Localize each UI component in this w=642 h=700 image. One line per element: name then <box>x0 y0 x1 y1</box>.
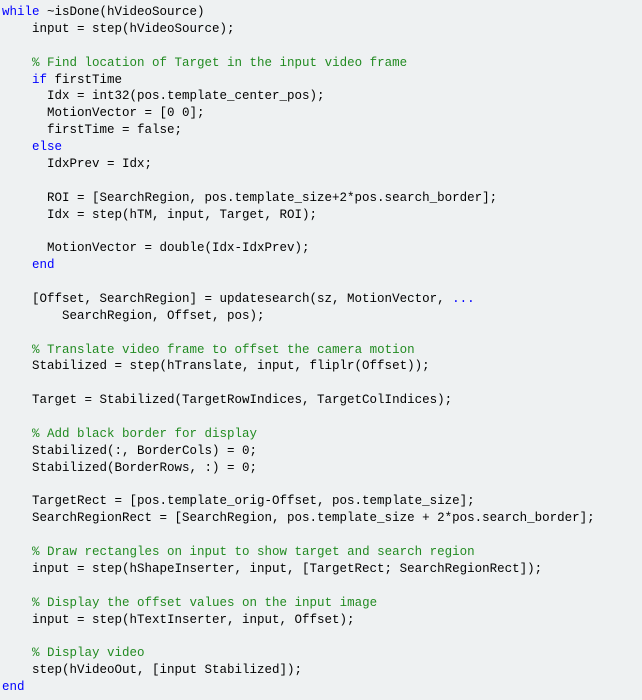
code-token: Target = Stabilized(TargetRowIndices, Ta… <box>2 393 452 407</box>
code-token: input = step(hVideoSource); <box>2 22 235 36</box>
code-line: Target = Stabilized(TargetRowIndices, Ta… <box>2 392 640 409</box>
code-line: % Draw rectangles on input to show targe… <box>2 544 640 561</box>
keyword-token: if <box>32 73 47 87</box>
code-line: Stabilized(BorderRows, :) = 0; <box>2 460 640 477</box>
code-token: firstTime <box>47 73 122 87</box>
code-line: % Display the offset values on the input… <box>2 595 640 612</box>
code-line: SearchRegion, Offset, pos); <box>2 308 640 325</box>
code-token: firstTime = false; <box>2 123 182 137</box>
code-line: if firstTime <box>2 72 640 89</box>
comment-token: % Add black border for display <box>32 427 257 441</box>
code-token <box>2 56 32 70</box>
code-token: Stabilized = step(hTranslate, input, fli… <box>2 359 430 373</box>
code-line: end <box>2 679 640 696</box>
code-token <box>2 73 32 87</box>
code-token <box>2 343 32 357</box>
code-line: % Translate video frame to offset the ca… <box>2 342 640 359</box>
code-line <box>2 409 640 426</box>
code-line <box>2 325 640 342</box>
code-line: Stabilized(:, BorderCols) = 0; <box>2 443 640 460</box>
code-token: MotionVector = double(Idx-IdxPrev); <box>2 241 310 255</box>
keyword-token: end <box>32 258 55 272</box>
code-line <box>2 628 640 645</box>
code-line: end <box>2 257 640 274</box>
code-token: ~isDone(hVideoSource) <box>40 5 205 19</box>
code-token <box>2 646 32 660</box>
code-token: Idx = step(hTM, input, Target, ROI); <box>2 208 317 222</box>
code-line: % Display video <box>2 645 640 662</box>
comment-token: % Draw rectangles on input to show targe… <box>32 545 475 559</box>
keyword-token: ... <box>452 292 475 306</box>
code-line: while ~isDone(hVideoSource) <box>2 4 640 21</box>
code-line: MotionVector = double(Idx-IdxPrev); <box>2 240 640 257</box>
code-line: Idx = int32(pos.template_center_pos); <box>2 88 640 105</box>
comment-token: % Display video <box>32 646 145 660</box>
comment-token: % Find location of Target in the input v… <box>32 56 407 70</box>
code-line <box>2 173 640 190</box>
code-token: TargetRect = [pos.template_orig-Offset, … <box>2 494 475 508</box>
code-line: input = step(hShapeInserter, input, [Tar… <box>2 561 640 578</box>
code-line <box>2 274 640 291</box>
code-token <box>2 140 32 154</box>
comment-token: % Display the offset values on the input… <box>32 596 377 610</box>
code-line: TargetRect = [pos.template_orig-Offset, … <box>2 493 640 510</box>
code-token: MotionVector = [0 0]; <box>2 106 205 120</box>
code-line: ROI = [SearchRegion, pos.template_size+2… <box>2 190 640 207</box>
code-line <box>2 578 640 595</box>
code-line: IdxPrev = Idx; <box>2 156 640 173</box>
code-token: IdxPrev = Idx; <box>2 157 152 171</box>
code-token: SearchRegion, Offset, pos); <box>2 309 265 323</box>
keyword-token: end <box>2 680 25 694</box>
code-token: [Offset, SearchRegion] = updatesearch(sz… <box>2 292 452 306</box>
code-line: % Add black border for display <box>2 426 640 443</box>
keyword-token: while <box>2 5 40 19</box>
code-line: input = step(hTextInserter, input, Offse… <box>2 612 640 629</box>
keyword-token: else <box>32 140 62 154</box>
code-line <box>2 477 640 494</box>
code-token: SearchRegionRect = [SearchRegion, pos.te… <box>2 511 595 525</box>
code-token: Idx = int32(pos.template_center_pos); <box>2 89 325 103</box>
code-line <box>2 38 640 55</box>
code-block: while ~isDone(hVideoSource) input = step… <box>0 0 642 700</box>
code-line <box>2 375 640 392</box>
code-token: input = step(hShapeInserter, input, [Tar… <box>2 562 542 576</box>
code-token <box>2 258 32 272</box>
code-line: input = step(hVideoSource); <box>2 21 640 38</box>
code-token: Stabilized(BorderRows, :) = 0; <box>2 461 257 475</box>
code-line <box>2 527 640 544</box>
code-line: Stabilized = step(hTranslate, input, fli… <box>2 358 640 375</box>
code-token <box>2 427 32 441</box>
code-line: firstTime = false; <box>2 122 640 139</box>
code-line: % Find location of Target in the input v… <box>2 55 640 72</box>
code-line <box>2 223 640 240</box>
code-token: Stabilized(:, BorderCols) = 0; <box>2 444 257 458</box>
code-token: step(hVideoOut, [input Stabilized]); <box>2 663 302 677</box>
code-line: SearchRegionRect = [SearchRegion, pos.te… <box>2 510 640 527</box>
code-line: else <box>2 139 640 156</box>
code-token <box>2 596 32 610</box>
code-token: ROI = [SearchRegion, pos.template_size+2… <box>2 191 497 205</box>
code-line: [Offset, SearchRegion] = updatesearch(sz… <box>2 291 640 308</box>
code-token <box>2 545 32 559</box>
code-line: Idx = step(hTM, input, Target, ROI); <box>2 207 640 224</box>
code-line: MotionVector = [0 0]; <box>2 105 640 122</box>
comment-token: % Translate video frame to offset the ca… <box>32 343 415 357</box>
code-token: input = step(hTextInserter, input, Offse… <box>2 613 355 627</box>
